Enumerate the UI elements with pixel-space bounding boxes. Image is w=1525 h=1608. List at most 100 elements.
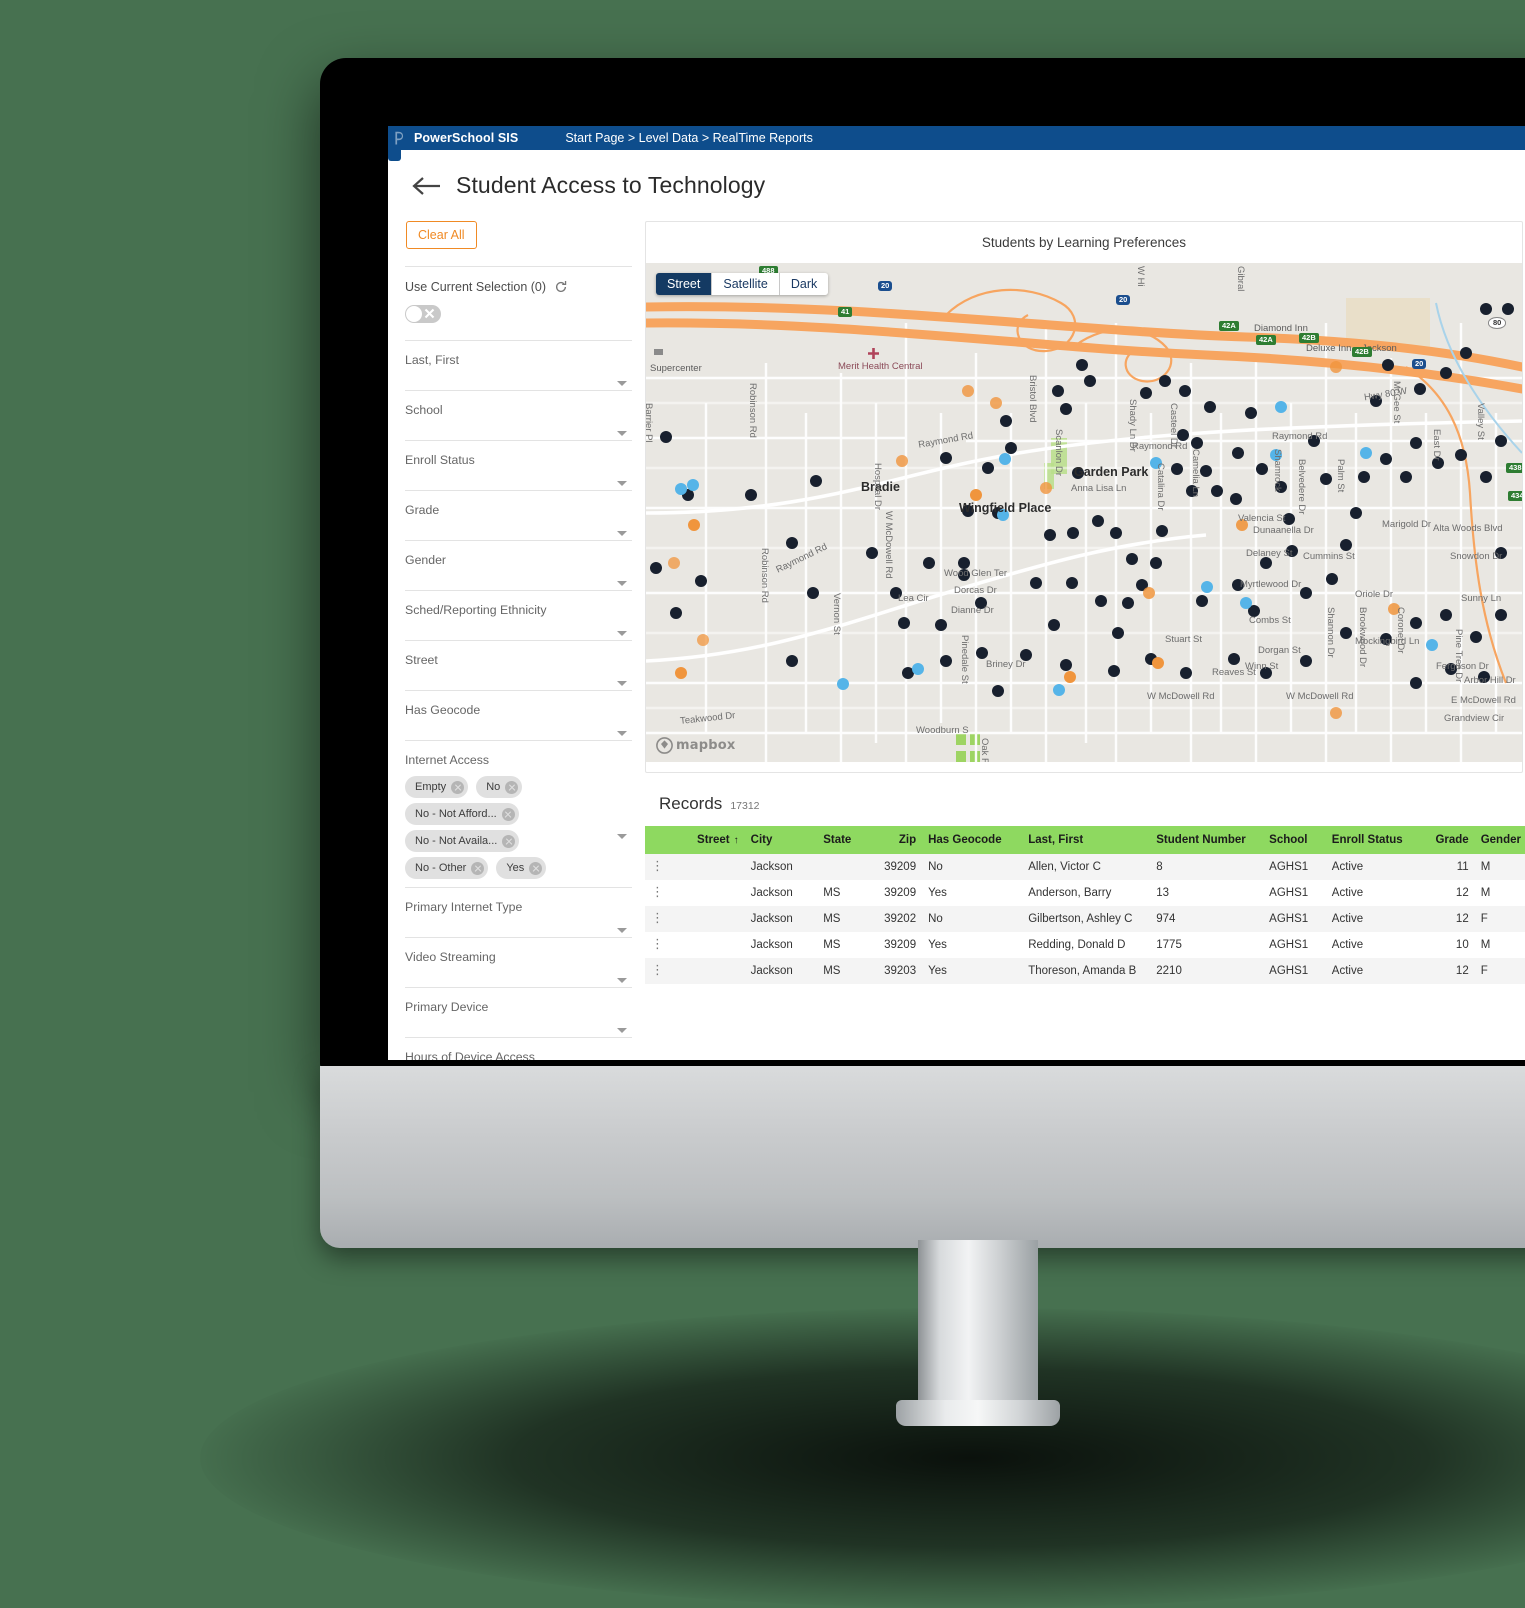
chevron-down-icon[interactable] bbox=[617, 581, 627, 586]
filter-internet-access[interactable]: Internet Access Empty No No - Not Afford… bbox=[405, 741, 632, 888]
row-menu-icon[interactable]: ⋮ bbox=[651, 963, 664, 976]
chip-label: Yes bbox=[506, 862, 525, 874]
th-has-geocode[interactable]: Has Geocode bbox=[922, 826, 1023, 854]
th-state[interactable]: State bbox=[817, 826, 871, 854]
table-header-row: Street ↑ City State Zip Has Geocode Last,… bbox=[645, 826, 1525, 854]
chip-remove-icon[interactable] bbox=[502, 834, 516, 848]
row-menu-icon[interactable]: ⋮ bbox=[645, 958, 669, 984]
filter-label: Internet Access bbox=[405, 753, 490, 767]
chip-yes[interactable]: Yes bbox=[496, 857, 547, 879]
filter-enroll-status[interactable]: Enroll Status bbox=[405, 441, 632, 491]
th-gender[interactable]: Gender bbox=[1474, 826, 1525, 854]
cell-gender: F bbox=[1480, 913, 1488, 925]
chip-remove-icon[interactable] bbox=[501, 807, 515, 821]
filter-street[interactable]: Street bbox=[405, 641, 632, 691]
clear-all-button[interactable]: Clear All bbox=[406, 221, 477, 249]
refresh-icon[interactable] bbox=[554, 280, 568, 294]
chevron-down-icon[interactable] bbox=[617, 731, 627, 736]
table-row[interactable]: ⋮ Jackson MS 39209 Yes Redding, Donald D 1775 A… bbox=[645, 932, 1525, 958]
row-menu-icon[interactable]: ⋮ bbox=[651, 885, 664, 898]
filter-label: Street bbox=[405, 653, 438, 667]
map-canvas[interactable]: Street Satellite Dark 488 20 41 20 42A 4… bbox=[646, 263, 1522, 762]
table-row[interactable]: ⋮ Jackson MS 39203 Yes Thoreson, Amanda B 2210… bbox=[645, 958, 1525, 984]
row-menu-icon[interactable]: ⋮ bbox=[645, 880, 669, 906]
th-city[interactable]: City bbox=[744, 826, 818, 854]
th-student-number[interactable]: Student Number bbox=[1150, 826, 1264, 854]
top-navigation-bar: PowerSchool SIS Start Page > Level Data … bbox=[388, 126, 1525, 161]
th-grade[interactable]: Grade bbox=[1420, 826, 1475, 854]
cell-state: MS bbox=[823, 939, 841, 951]
mapbox-attribution[interactable]: mapbox bbox=[656, 737, 735, 754]
cell-gender: M bbox=[1480, 939, 1491, 951]
basemap-street[interactable]: Street bbox=[656, 273, 713, 295]
breadcrumb[interactable]: Start Page > Level Data > RealTime Repor… bbox=[565, 131, 813, 145]
cell-zip: 39203 bbox=[884, 965, 917, 977]
chip-no-not-available[interactable]: No - Not Availa... bbox=[405, 830, 520, 852]
row-menu-icon[interactable]: ⋮ bbox=[645, 906, 669, 932]
chevron-down-icon[interactable] bbox=[617, 481, 627, 486]
table-row[interactable]: ⋮ Jackson MS 39209 Yes Anderson, Barry 13 AGHS1… bbox=[645, 880, 1525, 906]
chip-no-other[interactable]: No - Other bbox=[405, 857, 489, 879]
content-pane: Students by Learning Preferences Street … bbox=[632, 221, 1525, 1060]
filter-sched-reporting-ethnicity[interactable]: Sched/Reporting Ethnicity bbox=[405, 591, 632, 641]
filter-last-first[interactable]: Last, First bbox=[405, 341, 632, 391]
records-table[interactable]: Street ↑ City State Zip Has Geocode Last,… bbox=[645, 826, 1525, 984]
chevron-down-icon[interactable] bbox=[617, 681, 627, 686]
cell-last-first: Anderson, Barry bbox=[1028, 887, 1112, 899]
chevron-down-icon[interactable] bbox=[617, 631, 627, 636]
chevron-down-icon[interactable] bbox=[617, 978, 627, 983]
filter-sidebar: Clear All Use Current Selection (0) Last… bbox=[404, 221, 632, 1060]
basemap-switch[interactable]: Street Satellite Dark bbox=[656, 273, 829, 295]
cell-has-geocode: No bbox=[928, 913, 943, 925]
chip-empty[interactable]: Empty bbox=[405, 776, 469, 798]
row-menu-icon[interactable]: ⋮ bbox=[651, 937, 664, 950]
basemap-satellite[interactable]: Satellite bbox=[712, 273, 780, 295]
chevron-down-icon[interactable] bbox=[617, 381, 627, 386]
row-menu-icon[interactable]: ⋮ bbox=[645, 932, 669, 958]
th-school[interactable]: School bbox=[1263, 826, 1326, 854]
chevron-down-icon[interactable] bbox=[617, 834, 627, 839]
chip-remove-icon[interactable] bbox=[471, 861, 485, 875]
highway-shield: 434 bbox=[1508, 491, 1522, 501]
th-last-first[interactable]: Last, First bbox=[1022, 826, 1151, 854]
filter-video-streaming[interactable]: Video Streaming bbox=[405, 938, 632, 988]
th-enroll-status[interactable]: Enroll Status bbox=[1325, 826, 1421, 854]
chevron-down-icon[interactable] bbox=[617, 431, 627, 436]
th-zip[interactable]: Zip bbox=[870, 826, 923, 854]
chip-remove-icon[interactable] bbox=[529, 861, 543, 875]
th-label: Street bbox=[697, 834, 730, 846]
cell-student-number: 13 bbox=[1156, 887, 1170, 899]
filter-has-geocode[interactable]: Has Geocode bbox=[405, 691, 632, 741]
filter-gender[interactable]: Gender bbox=[405, 541, 632, 591]
cell-enroll-status: Active bbox=[1331, 887, 1364, 899]
back-arrow-icon[interactable] bbox=[412, 175, 442, 197]
cell-school: AGHS1 bbox=[1269, 913, 1309, 925]
th-street[interactable]: Street ↑ bbox=[669, 826, 745, 854]
table-row[interactable]: ⋮ Jackson MS 39202 No Gilbertson, Ashley C 974… bbox=[645, 906, 1525, 932]
chip-remove-icon[interactable] bbox=[505, 780, 519, 794]
table-row[interactable]: ⋮ Jackson 39209 No Allen, Victor C 8 AGHS1 Acti… bbox=[645, 854, 1525, 880]
chevron-down-icon[interactable] bbox=[617, 1028, 627, 1033]
chip-remove-icon[interactable] bbox=[451, 780, 465, 794]
filter-grade[interactable]: Grade bbox=[405, 491, 632, 541]
filter-label: Has Geocode bbox=[405, 703, 481, 717]
filter-label: Primary Internet Type bbox=[405, 900, 523, 914]
cell-state: MS bbox=[823, 965, 841, 977]
use-current-selection-toggle[interactable] bbox=[405, 305, 441, 323]
basemap-dark[interactable]: Dark bbox=[779, 273, 829, 295]
hospital-icon bbox=[868, 348, 879, 359]
cell-state bbox=[817, 854, 870, 880]
filter-school[interactable]: School bbox=[405, 391, 632, 441]
row-menu-icon[interactable]: ⋮ bbox=[651, 859, 664, 872]
chip-label: No bbox=[486, 781, 501, 793]
filter-primary-internet-type[interactable]: Primary Internet Type bbox=[405, 888, 632, 938]
row-menu-icon[interactable]: ⋮ bbox=[651, 911, 664, 924]
row-menu-icon[interactable]: ⋮ bbox=[645, 854, 669, 880]
chip-no-not-afford[interactable]: No - Not Afford... bbox=[405, 803, 519, 825]
chevron-down-icon[interactable] bbox=[617, 928, 627, 933]
chevron-down-icon[interactable] bbox=[617, 531, 627, 536]
chip-no[interactable]: No bbox=[476, 776, 523, 798]
filter-hours-of-device-access[interactable]: Hours of Device Access bbox=[405, 1038, 632, 1060]
chip-label: No - Other bbox=[415, 862, 467, 874]
filter-primary-device[interactable]: Primary Device bbox=[405, 988, 632, 1038]
